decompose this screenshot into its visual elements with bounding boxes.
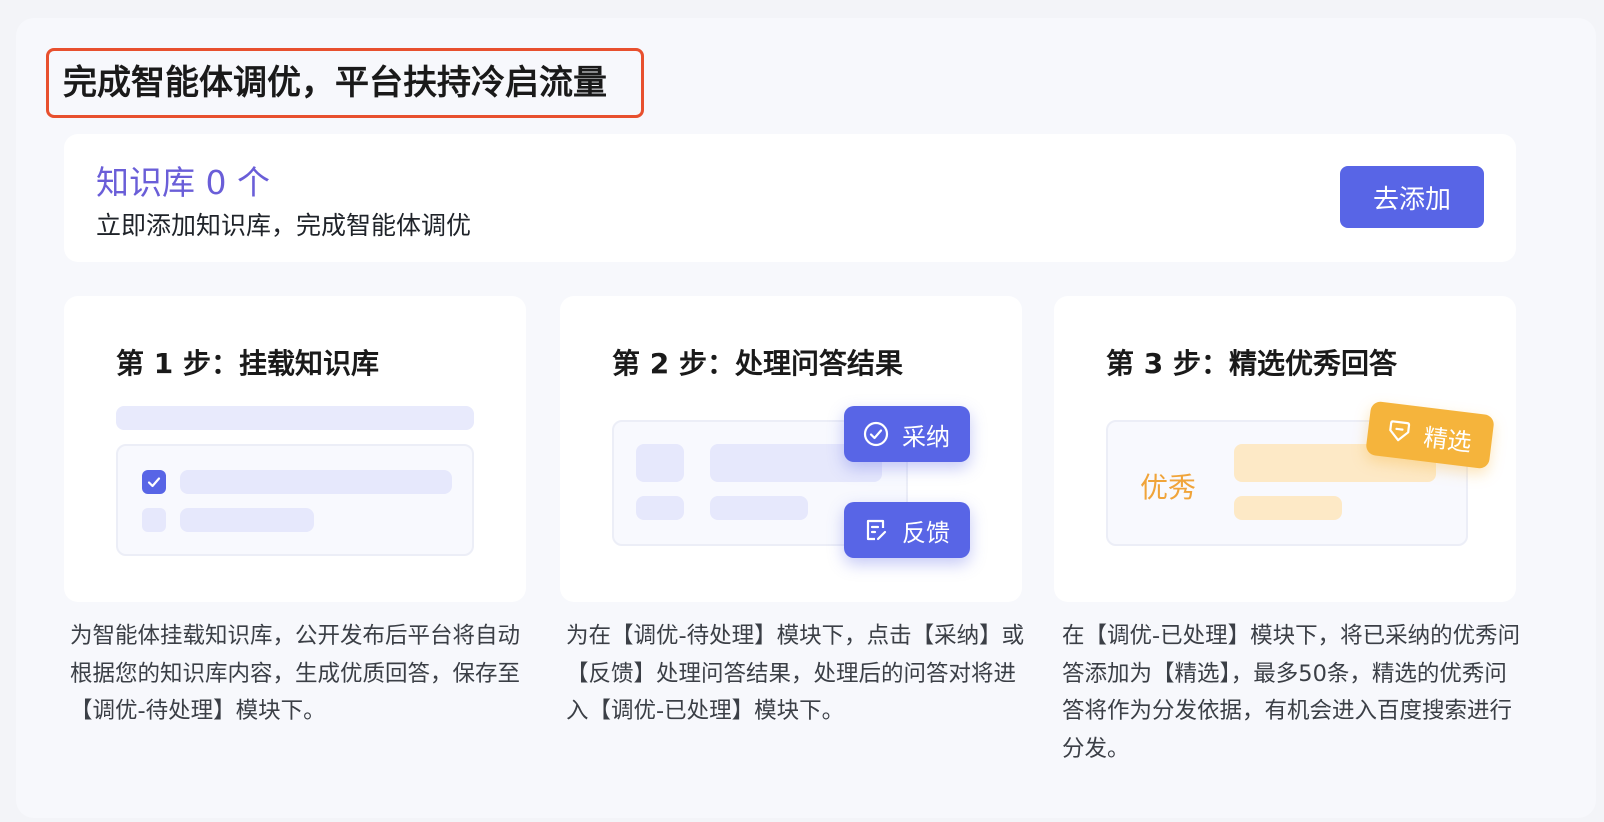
- edit-note-icon: [866, 519, 887, 541]
- check-circle-icon: [863, 421, 889, 447]
- feedback-badge: 反馈: [844, 502, 970, 558]
- step-3-description: 在【调优-已处理】模块下，将已采纳的优秀问答添加为【精选】，最多50条，精选的优…: [1062, 623, 1521, 762]
- knowledge-base-subtitle: 立即添加知识库，完成智能体调优: [96, 211, 472, 240]
- step-1-card: 第 1 步：挂载知识库: [64, 296, 526, 602]
- adopt-label: 采纳: [902, 422, 950, 451]
- page-title: 完成智能体调优，平台扶持冷启流量: [46, 48, 644, 118]
- step-1-title: 第 1 步：挂载知识库: [116, 347, 379, 380]
- step-2-title: 第 2 步：处理问答结果: [612, 347, 903, 380]
- placeholder-line: [180, 470, 452, 494]
- placeholder-bar: [116, 406, 474, 430]
- adopt-badge: 采纳: [844, 406, 970, 462]
- placeholder-line: [1234, 496, 1342, 520]
- placeholder-line: [180, 508, 314, 532]
- placeholder-line: [710, 496, 808, 520]
- placeholder-block: [636, 496, 684, 520]
- step-1-description: 为智能体挂载知识库，公开发布后平台将自动根据您的知识库内容，生成优质回答，保存至…: [70, 623, 521, 724]
- excellent-label: 优秀: [1140, 471, 1197, 504]
- step-3-title: 第 3 步：精选优秀回答: [1106, 347, 1397, 380]
- step-2-description: 为在【调优-待处理】模块下，点击【采纳】或【反馈】处理问答结果，处理后的问答对将…: [566, 623, 1025, 724]
- tag-icon: [1389, 420, 1411, 442]
- step-3-card: 第 3 步：精选优秀回答 优秀 精选: [1054, 296, 1516, 602]
- checkbox-checked-icon: [142, 470, 166, 494]
- featured-label: 精选: [1422, 422, 1474, 457]
- knowledge-base-count: 知识库 0 个: [96, 163, 270, 202]
- feedback-label: 反馈: [902, 518, 950, 547]
- placeholder-block: [636, 444, 684, 482]
- knowledge-list-illustration: [116, 444, 474, 556]
- checkbox-unchecked-icon: [142, 508, 166, 532]
- add-knowledge-button[interactable]: 去添加: [1340, 166, 1484, 228]
- step-2-card: 第 2 步：处理问答结果 采纳 反馈: [560, 296, 1022, 602]
- knowledge-base-card: 知识库 0 个 立即添加知识库，完成智能体调优 去添加: [64, 134, 1516, 262]
